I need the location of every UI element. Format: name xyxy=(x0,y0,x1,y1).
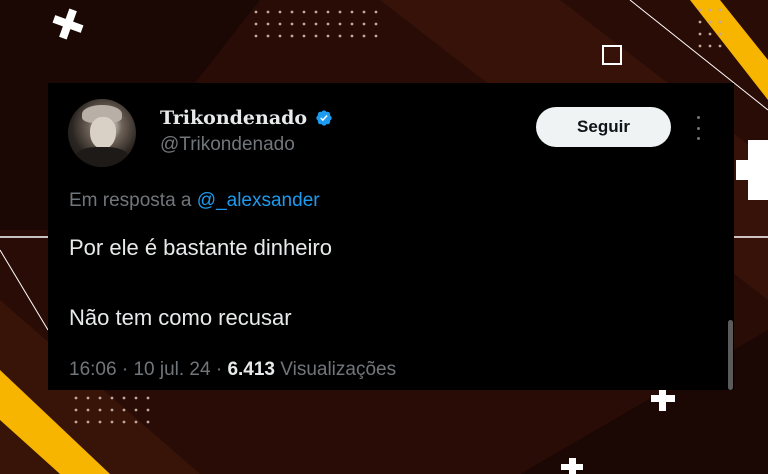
more-dot xyxy=(696,137,700,140)
avatar-body xyxy=(74,147,130,167)
views-count: 6.413 xyxy=(227,359,275,380)
tweet-time[interactable]: 16:06 xyxy=(69,359,117,380)
more-dot xyxy=(696,116,700,119)
follow-button[interactable]: Seguir xyxy=(536,107,671,147)
tweet-text-line-2: Não tem como recusar xyxy=(69,305,292,330)
more-dot xyxy=(696,126,700,130)
scrollbar[interactable] xyxy=(728,320,733,390)
tweet-card: Trikondenado @Trikondenado Seguir Em res… xyxy=(48,83,734,390)
more-vertical-icon[interactable] xyxy=(691,116,705,140)
meta-separator: · xyxy=(121,359,129,380)
views-label: Visualizações xyxy=(280,359,397,380)
display-name[interactable]: Trikondenado xyxy=(160,107,307,129)
avatar[interactable] xyxy=(68,99,136,167)
reply-mention-link[interactable]: @_alexsander xyxy=(197,190,320,211)
verified-badge-icon xyxy=(316,110,332,126)
tweet-metadata: 16:06 · 10 jul. 24 · 6.413 Visualizações xyxy=(69,359,396,381)
reply-context: Em resposta a @_alexsander xyxy=(69,190,320,212)
name-row: Trikondenado xyxy=(160,107,333,129)
meta-separator: · xyxy=(215,359,223,380)
tweet-text-line-1: Por ele é bastante dinheiro xyxy=(69,235,332,260)
reply-prefix: Em resposta a xyxy=(69,190,192,211)
tweet-date[interactable]: 10 jul. 24 xyxy=(133,359,210,380)
avatar-face xyxy=(90,117,116,149)
user-handle[interactable]: @Trikondenado xyxy=(160,134,295,156)
